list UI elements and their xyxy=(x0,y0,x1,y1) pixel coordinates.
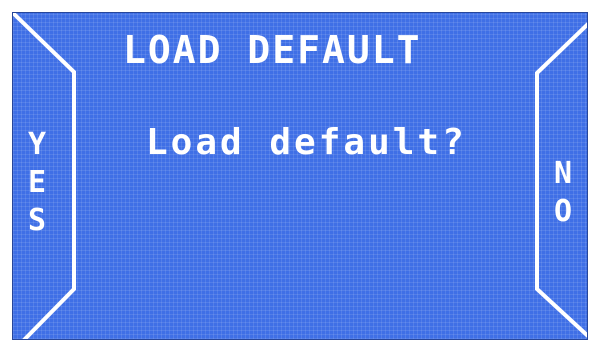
no-softkey-letter-n: N xyxy=(553,156,573,191)
yes-softkey[interactable]: Y E S xyxy=(13,108,61,258)
yes-softkey-letter-s: S xyxy=(27,203,47,238)
no-softkey[interactable]: N O xyxy=(539,143,587,243)
prompt-message: Load default? xyxy=(146,122,467,163)
yes-softkey-letter-e: E xyxy=(27,165,47,200)
screen-title: LOAD DEFAULT xyxy=(123,28,422,72)
no-softkey-letter-o: O xyxy=(553,194,573,229)
lcd-screen: LOAD DEFAULT Load default? Y E S N O xyxy=(12,12,588,340)
yes-softkey-letter-y: Y xyxy=(27,127,47,162)
